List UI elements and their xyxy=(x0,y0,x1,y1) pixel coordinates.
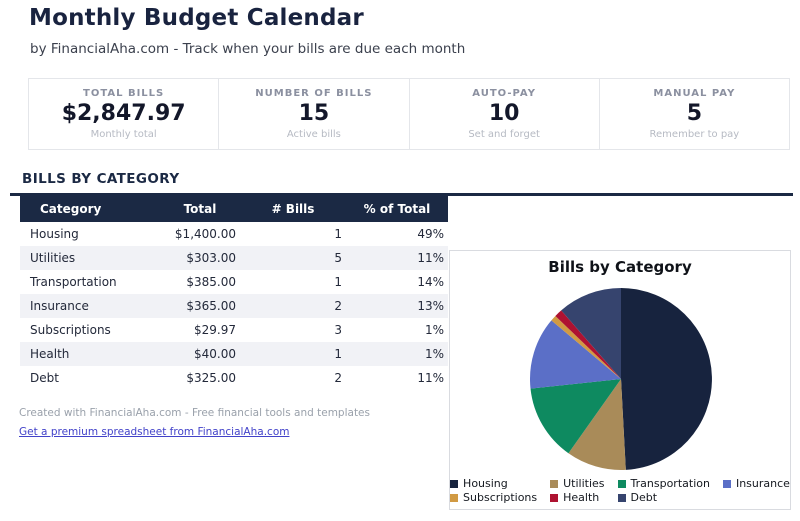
stat-value: 5 xyxy=(600,101,789,126)
stat-sublabel: Active bills xyxy=(219,129,408,140)
legend-swatch xyxy=(450,480,458,488)
column-header-total: Total xyxy=(160,196,240,222)
table-row: Subscriptions$29.9731% xyxy=(20,318,448,342)
stats-row: TOTAL BILLS $2,847.97 Monthly total NUMB… xyxy=(28,78,790,150)
bills-table-body: Housing$1,400.00149%Utilities$303.00511%… xyxy=(20,222,448,390)
page-subtitle: by FinancialAha.com - Track when your bi… xyxy=(30,41,465,57)
legend-item-transportation: Transportation xyxy=(618,477,710,490)
stat-sublabel: Remember to pay xyxy=(600,129,789,140)
stat-label: AUTO-PAY xyxy=(410,88,599,99)
stat-card-auto-pay: AUTO-PAY 10 Set and forget xyxy=(409,79,599,149)
cell-value: 1 xyxy=(240,342,346,366)
cell-category: Subscriptions xyxy=(20,318,160,342)
legend-label: Housing xyxy=(463,477,508,490)
cell-value: $325.00 xyxy=(160,366,240,390)
legend-swatch xyxy=(618,494,626,502)
cell-value: 2 xyxy=(240,366,346,390)
stat-value: 15 xyxy=(219,101,408,126)
legend-swatch xyxy=(723,480,731,488)
legend-swatch xyxy=(450,494,458,502)
cell-value: 14% xyxy=(346,270,448,294)
table-row: Transportation$385.00114% xyxy=(20,270,448,294)
chart-legend: Housing Utilities Transportation Insurance S… xyxy=(450,477,790,504)
legend-label: Debt xyxy=(631,491,658,504)
stat-label: MANUAL PAY xyxy=(600,88,789,99)
cell-category: Health xyxy=(20,342,160,366)
cell-value: 11% xyxy=(346,366,448,390)
cell-value: 2 xyxy=(240,294,346,318)
stat-card-total-bills: TOTAL BILLS $2,847.97 Monthly total xyxy=(29,79,218,149)
cell-value: 49% xyxy=(346,222,448,246)
column-header-percent: % of Total xyxy=(346,196,448,222)
section-title: BILLS BY CATEGORY xyxy=(22,171,180,187)
legend-item-subscriptions: Subscriptions xyxy=(450,491,537,504)
cell-value: $29.97 xyxy=(160,318,240,342)
cell-value: $40.00 xyxy=(160,342,240,366)
table-row: Debt$325.00211% xyxy=(20,366,448,390)
cell-value: $365.00 xyxy=(160,294,240,318)
chart-card: Bills by Category Housing Utilities Transp… xyxy=(449,250,791,510)
footer-credit: Created with FinancialAha.com - Free fin… xyxy=(19,407,370,419)
stat-label: NUMBER OF BILLS xyxy=(219,88,408,99)
stat-card-number-of-bills: NUMBER OF BILLS 15 Active bills xyxy=(218,79,408,149)
cell-value: 1% xyxy=(346,318,448,342)
cell-category: Transportation xyxy=(20,270,160,294)
page-title: Monthly Budget Calendar xyxy=(29,5,364,31)
cell-category: Housing xyxy=(20,222,160,246)
stat-label: TOTAL BILLS xyxy=(29,88,218,99)
table-row: Utilities$303.00511% xyxy=(20,246,448,270)
cell-value: 1% xyxy=(346,342,448,366)
cell-value: 1 xyxy=(240,222,346,246)
legend-item-utilities: Utilities xyxy=(550,477,604,490)
cell-value: $1,400.00 xyxy=(160,222,240,246)
cell-value: $385.00 xyxy=(160,270,240,294)
legend-swatch xyxy=(618,480,626,488)
cell-category: Utilities xyxy=(20,246,160,270)
legend-item-housing: Housing xyxy=(450,477,537,490)
legend-label: Health xyxy=(563,491,599,504)
stat-value: 10 xyxy=(410,101,599,126)
column-header-category: Category xyxy=(20,196,160,222)
cell-value: 3 xyxy=(240,318,346,342)
table-row: Health$40.0011% xyxy=(20,342,448,366)
table-row: Insurance$365.00213% xyxy=(20,294,448,318)
legend-item-debt: Debt xyxy=(618,491,710,504)
bills-table: Category Total # Bills % of Total Housin… xyxy=(20,196,448,390)
table-row: Housing$1,400.00149% xyxy=(20,222,448,246)
stat-card-manual-pay: MANUAL PAY 5 Remember to pay xyxy=(599,79,789,149)
legend-item-insurance: Insurance xyxy=(723,477,790,490)
legend-swatch xyxy=(550,494,558,502)
chart-title: Bills by Category xyxy=(450,258,790,276)
legend-item-health: Health xyxy=(550,491,604,504)
table-header-row: Category Total # Bills % of Total xyxy=(20,196,448,222)
cell-value: 1 xyxy=(240,270,346,294)
legend-label: Transportation xyxy=(631,477,710,490)
legend-label: Subscriptions xyxy=(463,491,537,504)
stat-value: $2,847.97 xyxy=(29,101,218,126)
cell-category: Debt xyxy=(20,366,160,390)
cell-category: Insurance xyxy=(20,294,160,318)
cell-value: 13% xyxy=(346,294,448,318)
cell-value: 5 xyxy=(240,246,346,270)
pie-slice-housing xyxy=(621,288,712,470)
column-header-bills: # Bills xyxy=(240,196,346,222)
stat-sublabel: Set and forget xyxy=(410,129,599,140)
cell-value: $303.00 xyxy=(160,246,240,270)
legend-label: Insurance xyxy=(736,477,790,490)
stat-sublabel: Monthly total xyxy=(29,129,218,140)
premium-spreadsheet-link[interactable]: Get a premium spreadsheet from Financial… xyxy=(19,426,289,438)
legend-label: Utilities xyxy=(563,477,604,490)
cell-value: 11% xyxy=(346,246,448,270)
page: Monthly Budget Calendar by FinancialAha.… xyxy=(0,0,800,521)
pie-chart xyxy=(450,275,790,475)
legend-swatch xyxy=(550,480,558,488)
